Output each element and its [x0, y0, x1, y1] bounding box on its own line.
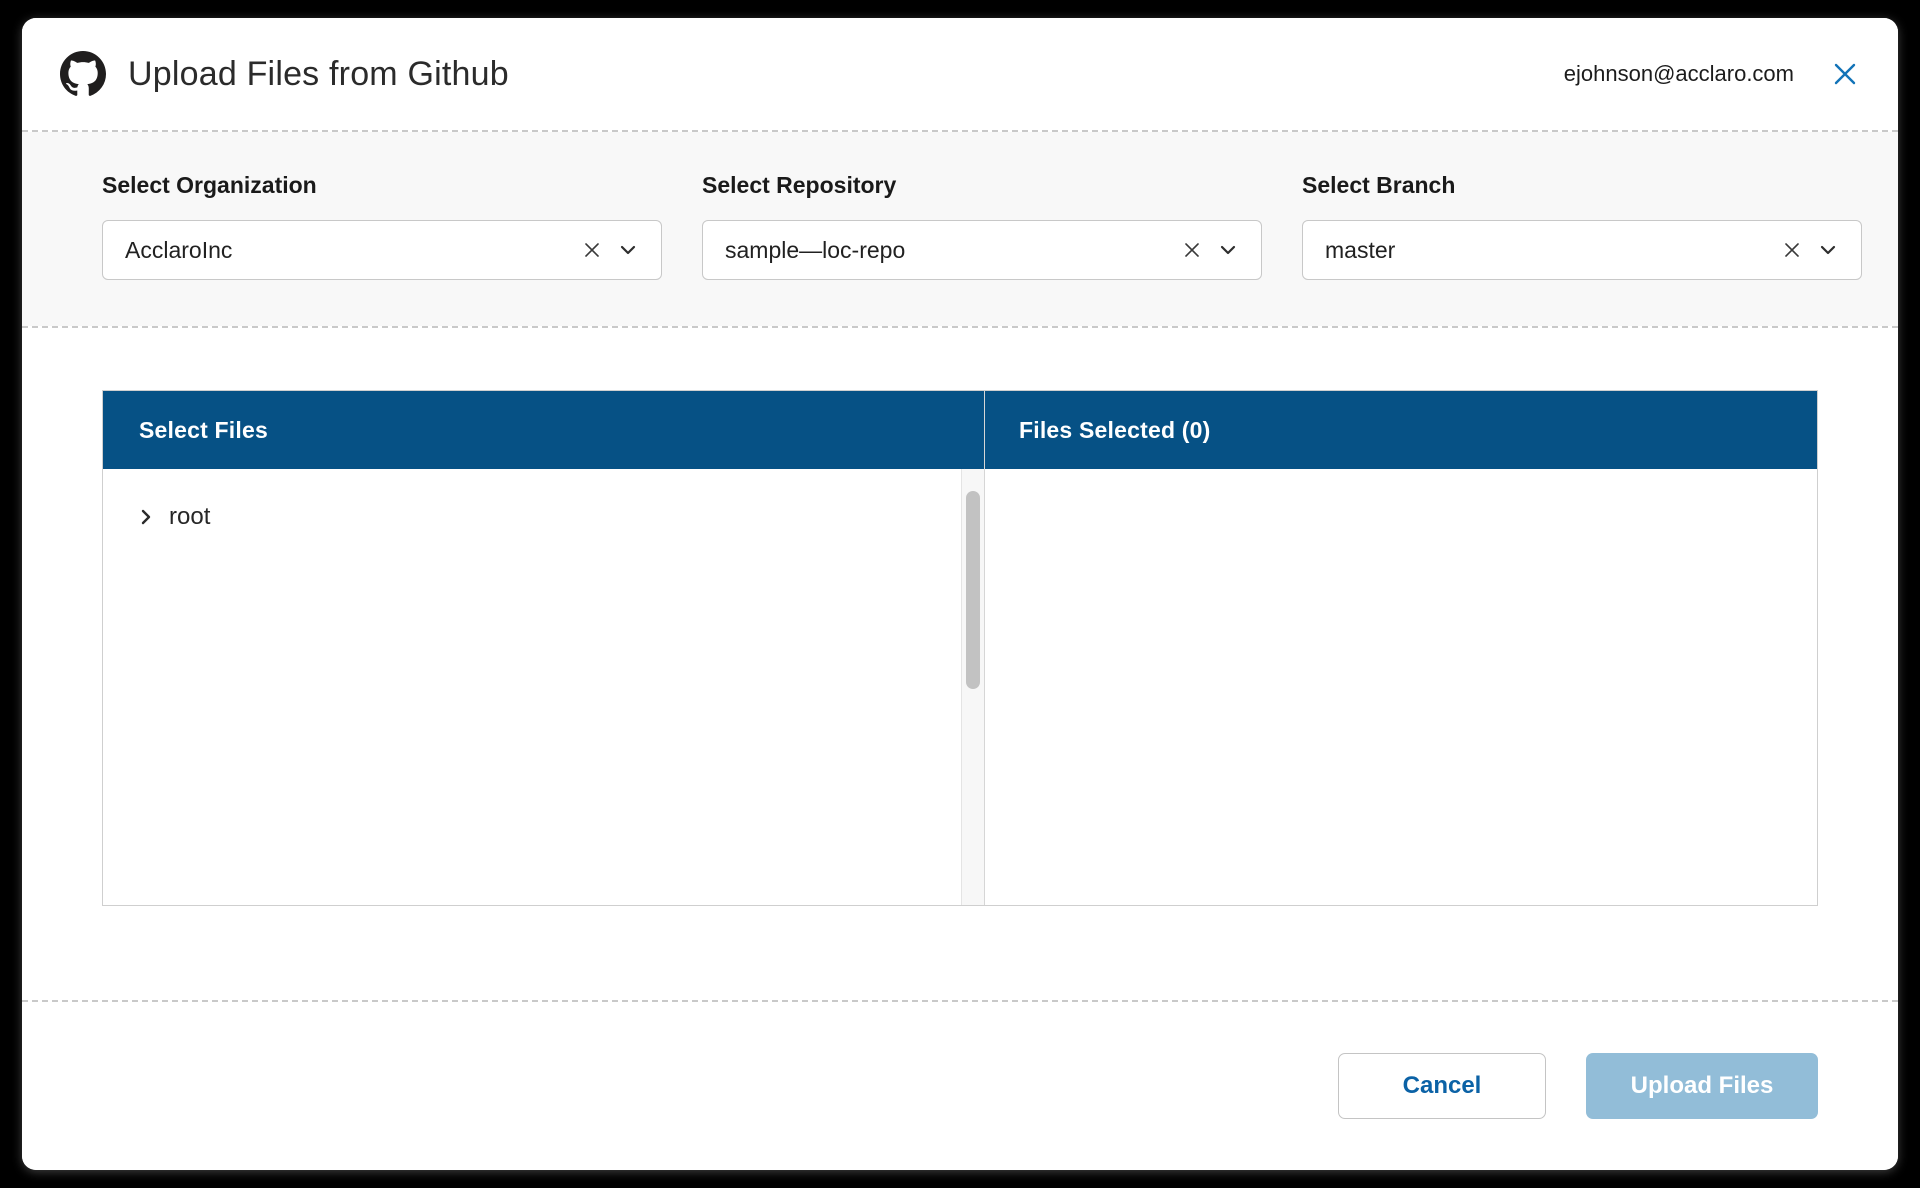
chevron-down-icon[interactable] [611, 235, 645, 265]
chevron-down-icon[interactable] [1811, 235, 1845, 265]
footer-spacer [22, 918, 1898, 1000]
branch-label: Select Branch [1302, 172, 1456, 198]
file-tree-scrollbar[interactable] [961, 469, 984, 905]
footer-section: Cancel Upload Files [22, 918, 1898, 1170]
header-right-group: ejohnson@acclaro.com [1564, 57, 1862, 91]
repository-select-group: Select Repository sample—loc-repo [702, 172, 1262, 280]
selector-section: Select Organization AcclaroInc Select Re… [22, 132, 1898, 326]
upload-files-modal: Upload Files from Github ejohnson@acclar… [22, 18, 1898, 1170]
select-files-title: Select Files [139, 416, 268, 443]
branch-value: master [1325, 236, 1396, 263]
clear-x-icon[interactable] [1777, 235, 1807, 265]
close-icon[interactable] [1828, 57, 1862, 91]
branch-select-group: Select Branch master [1302, 172, 1862, 280]
clear-x-icon[interactable] [577, 235, 607, 265]
chevron-right-icon[interactable] [133, 504, 159, 530]
selector-row: Select Organization AcclaroInc Select Re… [22, 172, 1898, 280]
branch-select[interactable]: master [1302, 220, 1862, 280]
repository-label: Select Repository [702, 172, 897, 198]
select-files-panel: Select Files root [103, 391, 985, 905]
repository-value: sample—loc-repo [725, 236, 906, 263]
files-selected-panel: Files Selected (0) [985, 391, 1817, 905]
file-tree-body: root [103, 469, 984, 905]
file-tree-scrollbar-thumb[interactable] [966, 491, 980, 689]
repository-select[interactable]: sample—loc-repo [702, 220, 1262, 280]
organization-value: AcclaroInc [125, 236, 233, 263]
files-selected-title: Files Selected (0) [1019, 416, 1211, 443]
organization-select-group: Select Organization AcclaroInc [102, 172, 662, 280]
upload-files-button[interactable]: Upload Files [1586, 1053, 1818, 1119]
organization-label: Select Organization [102, 172, 317, 198]
tree-item-root[interactable]: root [133, 499, 373, 535]
account-email: ejohnson@acclaro.com [1563, 61, 1794, 86]
file-tree: root [103, 469, 984, 535]
modal-header: Upload Files from Github ejohnson@acclar… [22, 18, 1898, 130]
cancel-button[interactable]: Cancel [1338, 1053, 1546, 1119]
footer-actions: Cancel Upload Files [22, 1002, 1898, 1170]
github-mark-icon [60, 51, 106, 97]
file-browser-section: Select Files root Files Selected (0) [22, 328, 1898, 918]
select-files-header: Select Files [103, 391, 984, 469]
tree-item-label: root [169, 503, 211, 530]
chevron-down-icon[interactable] [1211, 235, 1245, 265]
clear-x-icon[interactable] [1177, 235, 1207, 265]
file-panels: Select Files root Files Selected (0) [102, 390, 1818, 906]
page-title: Upload Files from Github [128, 54, 509, 93]
files-selected-body [985, 469, 1817, 905]
organization-select[interactable]: AcclaroInc [102, 220, 662, 280]
files-selected-header: Files Selected (0) [985, 391, 1817, 469]
